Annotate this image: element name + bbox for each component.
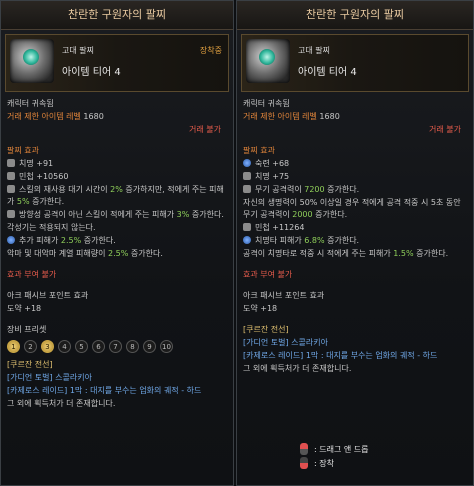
- item-grade: 고대 팔찌: [298, 46, 330, 55]
- effect-line: 방향성 공격이 아닌 스킬이 적에게 주는 피해가 3% 증가한다.: [7, 209, 227, 221]
- effect-title: 팔찌 효과: [243, 146, 275, 155]
- trade-level: 거래 제한 아이템 레벨 1680: [243, 112, 340, 121]
- grant-status: 효과 부여 불가: [243, 270, 293, 279]
- ark-passive-title: 아크 패시브 포인트 효과: [243, 291, 325, 300]
- preset-slot[interactable]: 6: [92, 340, 105, 353]
- source-line: [카제로스 레이드] 1막 : 대지를 부수는 업화의 궤적 - 하드: [243, 351, 438, 360]
- item-tier: 아이템 티어 4: [298, 67, 357, 78]
- effect-line: 추가 피해가 2.5% 증가한다.: [7, 235, 227, 247]
- preset-slot[interactable]: 4: [58, 340, 71, 353]
- item-header: 고대 팔찌 아이템 티어 4 장착중: [5, 34, 229, 92]
- effect-line: 자신의 생명력이 50% 이상일 경우 적에게 공격 적중 시 5초 동안 무기…: [243, 198, 461, 219]
- weapon-icon: [243, 185, 251, 193]
- stat-icon: [243, 159, 251, 167]
- trade-level-value: 1680: [83, 112, 104, 121]
- effect-line: 민첩 +11264: [243, 222, 467, 234]
- effect-line: 숙련 +68: [243, 158, 467, 170]
- bound-text: 캐릭터 귀속됨: [7, 99, 54, 108]
- skill-icon: [7, 185, 15, 193]
- stat-icon: [243, 223, 251, 231]
- preset-slots: 1 2 3 4 5 6 7 8 9 10: [7, 340, 233, 353]
- source-title: [쿠르잔 전선]: [243, 325, 289, 334]
- tooltip-panel-compare: 찬란한 구원자의 팔찌 고대 팔찌 아이템 티어 4 캐릭터 귀속됨 거래 제한…: [236, 0, 474, 486]
- preset-slot[interactable]: 5: [75, 340, 88, 353]
- hint-drag: : 드래그 앤 드롭: [300, 442, 460, 456]
- effect-line: 치명 +75: [243, 171, 467, 183]
- ark-passive-title: 아크 패시브 포인트 효과: [7, 291, 89, 300]
- source-line: [가디언 토벌] 스콜라키아: [7, 373, 92, 382]
- effect-line: 스킬의 재사용 대기 시간이 2% 증가하지만, 적에게 주는 피해가 5% 증…: [7, 185, 224, 206]
- source-title: [쿠르잔 전선]: [7, 360, 53, 369]
- preset-slot[interactable]: 8: [126, 340, 139, 353]
- hint-equip: : 장착: [300, 456, 460, 470]
- preset-slot[interactable]: 3: [41, 340, 54, 353]
- mouse-left-icon: [300, 443, 308, 455]
- source-more: 그 외에 획득처가 더 존재합니다.: [7, 399, 116, 408]
- stat-icon: [7, 159, 15, 167]
- trade-level-label: 거래 제한 아이템 레벨: [7, 112, 81, 121]
- control-hints: : 드래그 앤 드롭 : 장착: [300, 442, 460, 470]
- mouse-right-icon: [300, 457, 308, 469]
- preset-slot[interactable]: 7: [109, 340, 122, 353]
- preset-slot[interactable]: 1: [7, 340, 20, 353]
- effect-line: 각성기는 적용되지 않는다.: [7, 223, 96, 232]
- source-line: [카제로스 레이드] 1막 : 대지를 부수는 업화의 궤적 - 하드: [7, 386, 202, 395]
- preset-slot[interactable]: 2: [24, 340, 37, 353]
- source-line: [가디언 토벌] 스콜라키아: [243, 338, 328, 347]
- tooltip-panel-equipped: 찬란한 구원자의 팔찌 고대 팔찌 아이템 티어 4 장착중 캐릭터 귀속됨 거…: [0, 0, 234, 486]
- trade-level: 거래 제한 아이템 레벨 1680: [7, 111, 227, 123]
- effect-line: 치명타 피해가 6.8% 증가한다.: [243, 235, 467, 247]
- skill-icon: [7, 210, 15, 218]
- stat-icon: [243, 172, 251, 180]
- grant-status: 효과 부여 불가: [7, 270, 57, 279]
- effect-line: 치명 +91: [7, 158, 227, 170]
- source-more: 그 외에 획득처가 더 존재합니다.: [243, 364, 352, 373]
- trade-status: 거래 불가: [189, 125, 221, 134]
- item-title: 찬란한 구원자의 팔찌: [237, 1, 473, 30]
- bracelet-icon: [10, 39, 54, 83]
- damage-icon: [7, 236, 15, 244]
- ark-passive-value: 도약 +18: [243, 304, 278, 313]
- effect-line: 무기 공격력이 7200 증가한다.: [243, 184, 467, 196]
- gem-icon: [259, 49, 275, 65]
- effect-line: 민첩 +10560: [7, 171, 227, 183]
- ark-passive-value: 도약 +18: [7, 304, 42, 313]
- preset-title: 장비 프리셋: [7, 325, 47, 334]
- crit-icon: [243, 236, 251, 244]
- trade-status: 거래 불가: [429, 125, 461, 134]
- effect-title: 팔찌 효과: [7, 146, 39, 155]
- equipped-badge: 장착중: [199, 46, 222, 55]
- stat-icon: [7, 172, 15, 180]
- bound-text: 캐릭터 귀속됨: [243, 99, 290, 108]
- item-title: 찬란한 구원자의 팔찌: [1, 1, 233, 30]
- preset-slot[interactable]: 10: [160, 340, 173, 353]
- effect-line: 악마 및 대악마 계열 피해량이 2.5% 증가한다.: [7, 249, 163, 258]
- gem-icon: [23, 49, 39, 65]
- item-tier: 아이템 티어 4: [62, 67, 121, 78]
- bracelet-icon: [246, 39, 290, 83]
- item-header: 고대 팔찌 아이템 티어 4: [241, 34, 469, 92]
- effect-line: 공격이 치명타로 적중 시 적에게 주는 피해가 1.5% 증가한다.: [243, 249, 449, 258]
- item-grade: 고대 팔찌: [62, 46, 94, 55]
- preset-slot[interactable]: 9: [143, 340, 156, 353]
